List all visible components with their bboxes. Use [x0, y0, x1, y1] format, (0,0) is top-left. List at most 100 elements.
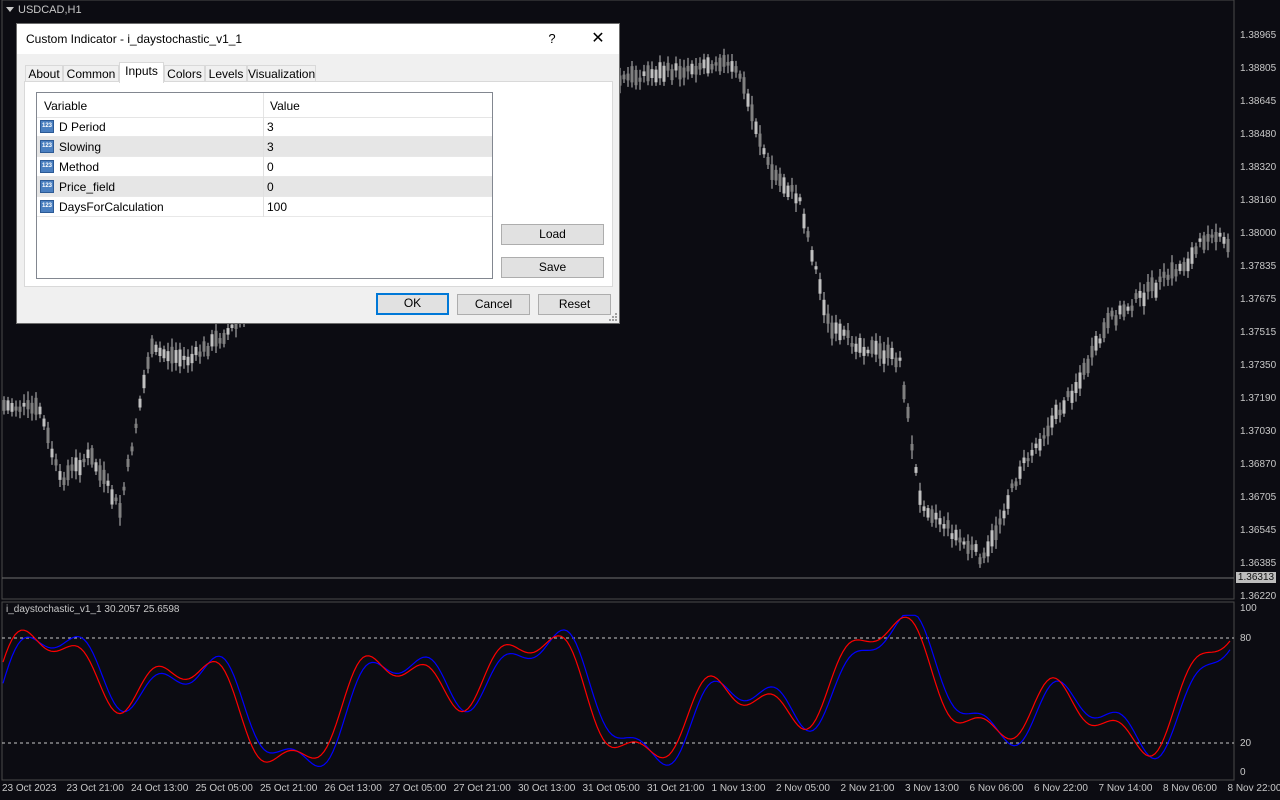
candle-body — [622, 74, 626, 80]
tab-colors[interactable]: Colors — [164, 65, 205, 82]
variable-value[interactable]: 3 — [267, 120, 274, 134]
dialog-titlebar[interactable]: Custom Indicator - i_daystochastic_v1_1 … — [17, 24, 619, 54]
tab-about[interactable]: About — [25, 65, 63, 82]
time-tick-label: 2 Nov 05:00 — [776, 783, 830, 794]
candle-body — [734, 66, 738, 73]
candle-body — [42, 418, 46, 427]
candle-body — [818, 279, 822, 294]
candle-body — [38, 406, 42, 415]
candle-body — [1182, 262, 1186, 272]
candle-body — [1166, 274, 1170, 280]
variable-name: DaysForCalculation — [59, 200, 164, 214]
candle-body — [698, 62, 702, 70]
price-tick-label: 1.37030 — [1240, 426, 1277, 437]
candle-body — [1146, 281, 1150, 292]
candle-body — [54, 459, 58, 466]
candle-body — [174, 350, 178, 363]
tab-visualization[interactable]: Visualization — [247, 65, 316, 82]
resize-grip-icon[interactable] — [609, 313, 617, 321]
candle-body — [726, 61, 730, 66]
integer-type-icon: 123 — [40, 200, 54, 213]
help-button[interactable]: ? — [539, 26, 565, 52]
candle-body — [874, 340, 878, 355]
time-tick-label: 31 Oct 05:00 — [582, 783, 640, 794]
candle-body — [210, 334, 214, 347]
table-row[interactable]: 123 D Period 3 — [37, 117, 492, 137]
price-tick-label: 1.38160 — [1240, 195, 1277, 206]
table-row[interactable]: 123 Method 0 — [37, 157, 492, 177]
candle-body — [1006, 495, 1010, 509]
column-header-value[interactable]: Value — [270, 99, 300, 113]
price-tick-label: 1.37675 — [1240, 294, 1277, 305]
close-button[interactable]: ✕ — [583, 26, 613, 52]
table-row[interactable]: 123 DaysForCalculation 100 — [37, 197, 492, 217]
candle-body — [222, 332, 226, 344]
tab-common[interactable]: Common — [63, 65, 119, 82]
candle-body — [14, 406, 18, 411]
variable-value[interactable]: 0 — [267, 180, 274, 194]
reset-button[interactable]: Reset — [538, 294, 611, 315]
symbol-label[interactable]: USDCAD,H1 — [6, 4, 82, 16]
time-tick-label: 7 Nov 14:00 — [1098, 783, 1153, 794]
variable-value[interactable]: 0 — [267, 160, 274, 174]
variable-value[interactable]: 3 — [267, 140, 274, 154]
dialog-title: Custom Indicator - i_daystochastic_v1_1 — [26, 32, 243, 46]
candle-body — [674, 63, 678, 71]
time-tick-label: 24 Oct 13:00 — [131, 783, 189, 794]
candle-body — [782, 177, 786, 194]
candle-body — [218, 338, 222, 344]
candle-body — [1102, 322, 1106, 339]
candle-body — [926, 508, 930, 518]
time-tick-label: 8 Nov 22:00 — [1227, 783, 1280, 794]
column-divider[interactable] — [263, 93, 264, 117]
candle-body — [866, 349, 870, 354]
load-button[interactable]: Load — [501, 224, 604, 245]
ok-button[interactable]: OK — [376, 293, 449, 315]
candle-body — [182, 355, 186, 360]
candle-body — [214, 330, 218, 347]
column-header-variable[interactable]: Variable — [44, 99, 87, 113]
variable-name: Price_field — [59, 180, 116, 194]
table-row[interactable]: 123 Slowing 3 — [37, 137, 492, 157]
candle-body — [758, 133, 762, 147]
save-button[interactable]: Save — [501, 257, 604, 278]
price-tick-label: 1.37835 — [1240, 261, 1277, 272]
candle-body — [1066, 391, 1070, 398]
tab-levels[interactable]: Levels — [205, 65, 247, 82]
candle-body — [886, 344, 890, 359]
price-tick-label: 1.38000 — [1240, 228, 1277, 239]
candle-body — [870, 340, 874, 354]
candle-body — [118, 503, 122, 518]
variable-value[interactable]: 100 — [267, 200, 287, 214]
candle-body — [186, 356, 190, 366]
candle-body — [906, 406, 910, 419]
candle-body — [1142, 292, 1146, 307]
candle-body — [882, 350, 886, 364]
candle-body — [1134, 293, 1138, 299]
candle-body — [1098, 338, 1102, 344]
cancel-button[interactable]: Cancel — [457, 294, 530, 315]
candle-body — [1114, 315, 1118, 326]
candle-body — [1050, 415, 1054, 428]
candle-body — [1030, 449, 1034, 456]
candle-body — [1070, 390, 1074, 403]
candle-body — [166, 351, 170, 362]
candle-body — [810, 250, 814, 262]
candle-body — [126, 458, 130, 467]
candle-body — [790, 185, 794, 192]
candle-body — [922, 506, 926, 511]
candle-body — [94, 462, 98, 472]
table-row[interactable]: 123 Price_field 0 — [37, 177, 492, 197]
candle-body — [934, 512, 938, 520]
candle-body — [954, 529, 958, 541]
candle-body — [1046, 425, 1050, 437]
candle-body — [890, 347, 894, 360]
candle-body — [142, 374, 146, 389]
candle-body — [826, 313, 830, 324]
candle-body — [114, 497, 118, 502]
candle-body — [678, 66, 682, 80]
candle-body — [962, 541, 966, 545]
tab-inputs[interactable]: Inputs — [119, 62, 164, 83]
candle-body — [110, 489, 114, 505]
candle-body — [1018, 466, 1022, 479]
